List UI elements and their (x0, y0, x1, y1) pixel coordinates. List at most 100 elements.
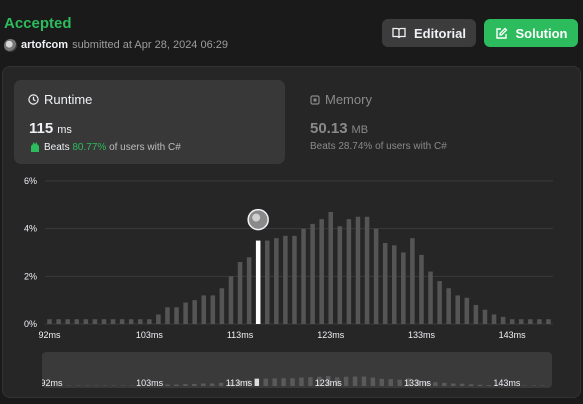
y-tick-label: 6% (24, 176, 37, 186)
bar[interactable] (455, 295, 461, 324)
bar[interactable] (174, 307, 179, 324)
mini-bar (290, 378, 295, 386)
mini-x-tick-label: 103ms (136, 378, 164, 388)
mini-bar (397, 379, 402, 386)
bar[interactable] (482, 309, 488, 324)
bar[interactable] (319, 219, 324, 324)
bar[interactable] (491, 314, 497, 324)
bar[interactable] (446, 288, 451, 324)
bar[interactable] (128, 319, 134, 324)
solution-label: Solution (515, 25, 568, 41)
bar[interactable] (328, 211, 334, 324)
y-tick-label: 0% (24, 319, 37, 329)
bar[interactable] (546, 319, 551, 324)
status-accepted: Accepted (4, 15, 72, 32)
mini-distribution-chart[interactable]: 92ms 103ms 113ms 123ms 133ms 143ms (42, 352, 552, 388)
mini-bar (442, 382, 447, 386)
mini-x-tick-label: 133ms (404, 378, 432, 388)
x-tick-label: 143ms (499, 330, 527, 340)
x-tick-label: 103ms (136, 330, 164, 340)
edit-icon (495, 27, 507, 39)
x-tick-label: 113ms (227, 330, 254, 340)
editorial-button[interactable]: Editorial (382, 19, 476, 47)
bar[interactable] (156, 314, 161, 324)
mini-bar (174, 384, 179, 386)
mini-bar (459, 383, 465, 386)
bar[interactable] (264, 240, 270, 324)
highlight-bar[interactable] (255, 240, 261, 324)
mini-bar (468, 384, 474, 386)
bar[interactable] (310, 223, 315, 324)
bar[interactable] (228, 276, 234, 324)
memory-value: 50.13 MB (310, 120, 368, 137)
runtime-card[interactable]: Runtime 115 ms Beats 80.77% of users with… (14, 80, 285, 164)
avatar[interactable] (4, 38, 17, 52)
bar[interactable] (137, 319, 143, 324)
editorial-label: Editorial (413, 25, 466, 41)
mini-bar (433, 382, 438, 386)
submission-info: artofcom submitted at Apr 28, 2024 06:29 (4, 38, 228, 52)
mini-bar (486, 385, 492, 386)
bar[interactable] (192, 300, 197, 324)
memory-title: Memory (310, 92, 372, 107)
bar[interactable] (56, 319, 61, 324)
username-link[interactable]: artofcom (21, 39, 68, 51)
runtime-title-text: Runtime (44, 92, 93, 107)
memory-beats-suffix: of users with C# (375, 141, 447, 152)
bar[interactable] (219, 288, 225, 324)
bar[interactable] (183, 302, 188, 324)
bar[interactable] (210, 295, 216, 324)
bar[interactable] (419, 254, 424, 324)
bar[interactable] (437, 281, 442, 324)
bar[interactable] (528, 319, 533, 324)
bar[interactable] (537, 319, 542, 324)
bar[interactable] (410, 238, 415, 324)
memory-title-text: Memory (325, 92, 372, 107)
bar[interactable] (147, 319, 152, 324)
bar[interactable] (246, 257, 252, 324)
avatar-face (252, 213, 261, 222)
bar[interactable] (401, 252, 406, 325)
bar[interactable] (237, 262, 243, 324)
bar[interactable] (119, 319, 125, 324)
bar[interactable] (47, 319, 52, 324)
bar[interactable] (428, 271, 433, 324)
memory-beats-pct: 28.74% (338, 141, 373, 152)
mini-x-tick-label: 143ms (493, 378, 521, 388)
mini-bar (388, 379, 393, 386)
mini-bar (343, 376, 349, 386)
bar[interactable] (110, 319, 116, 324)
x-tick-label: 92ms (39, 330, 62, 340)
bar[interactable] (473, 304, 479, 324)
memory-card[interactable]: Memory 50.13 MB Beats 28.74% of users wit… (296, 80, 567, 164)
y-tick-label: 4% (24, 224, 37, 234)
x-tick-label: 133ms (408, 330, 436, 340)
bar[interactable] (500, 316, 506, 324)
bar[interactable] (391, 245, 397, 324)
bar[interactable] (74, 319, 80, 324)
bar[interactable] (274, 238, 279, 324)
bar[interactable] (101, 319, 107, 324)
bar[interactable] (346, 219, 352, 324)
bar[interactable] (518, 319, 524, 324)
bar[interactable] (83, 319, 89, 324)
bar[interactable] (337, 226, 343, 324)
bar[interactable] (283, 235, 288, 324)
bar[interactable] (382, 242, 388, 324)
solution-button[interactable]: Solution (484, 19, 578, 47)
bar[interactable] (509, 319, 515, 324)
submitted-text: submitted at Apr 28, 2024 06:29 (72, 39, 229, 51)
bar[interactable] (92, 319, 98, 324)
bar[interactable] (201, 295, 207, 324)
bar[interactable] (165, 307, 170, 324)
bar[interactable] (464, 297, 470, 324)
runtime-value: 115 ms (29, 120, 72, 137)
bar[interactable] (355, 216, 361, 324)
bar[interactable] (373, 228, 379, 324)
book-icon (392, 27, 406, 39)
runtime-distribution-chart[interactable]: 6% 4% 2% 0%92ms 103ms 113ms 123ms 133ms 143ms (0, 170, 583, 340)
bar[interactable] (301, 228, 306, 324)
bar[interactable] (292, 235, 297, 324)
bar[interactable] (364, 216, 370, 324)
bar[interactable] (65, 319, 70, 324)
